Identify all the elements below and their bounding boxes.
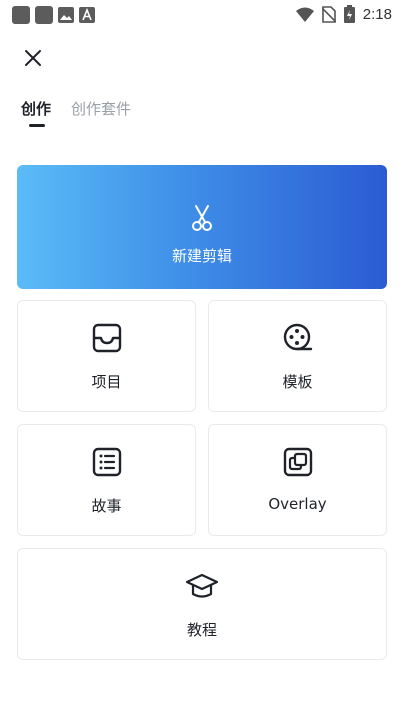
notification-square-icon [12, 6, 30, 24]
new-edit-label: 新建剪辑 [171, 247, 232, 265]
overlay-card[interactable]: Overlay [208, 424, 387, 536]
status-bar: 2:18 [0, 0, 404, 30]
tab-active-indicator [29, 124, 45, 127]
film-reel-icon [283, 323, 312, 351]
new-edit-button[interactable]: 新建剪辑 [17, 165, 387, 289]
projects-label: 项目 [91, 373, 122, 391]
text-icon [79, 7, 95, 23]
templates-card[interactable]: 模板 [208, 300, 387, 412]
stories-card[interactable]: 故事 [17, 424, 196, 536]
tab-bar: 创作 创作套件 [21, 98, 131, 127]
overlay-icon [283, 447, 312, 477]
image-icon [58, 7, 74, 23]
projects-card[interactable]: 项目 [17, 300, 196, 412]
tutorial-label: 教程 [186, 621, 217, 639]
tab-create-kit[interactable]: 创作套件 [71, 98, 131, 119]
scissors-icon [192, 205, 212, 231]
close-icon[interactable] [22, 47, 44, 69]
wifi-icon [295, 7, 314, 22]
list-icon [92, 447, 121, 477]
tab-create-label: 创作 [21, 100, 52, 118]
stories-label: 故事 [91, 497, 122, 515]
tray-icon [92, 323, 121, 353]
notification-square-icon [35, 6, 53, 24]
graduation-cap-icon [185, 573, 219, 598]
tutorial-card[interactable]: 教程 [17, 548, 387, 660]
overlay-label: Overlay [268, 495, 327, 513]
tab-create-kit-label: 创作套件 [71, 100, 132, 118]
templates-label: 模板 [282, 373, 313, 391]
no-sim-icon [321, 5, 336, 23]
tab-create[interactable]: 创作 [21, 98, 52, 127]
battery-charging-icon [343, 5, 355, 23]
status-time: 2:18 [362, 5, 392, 23]
